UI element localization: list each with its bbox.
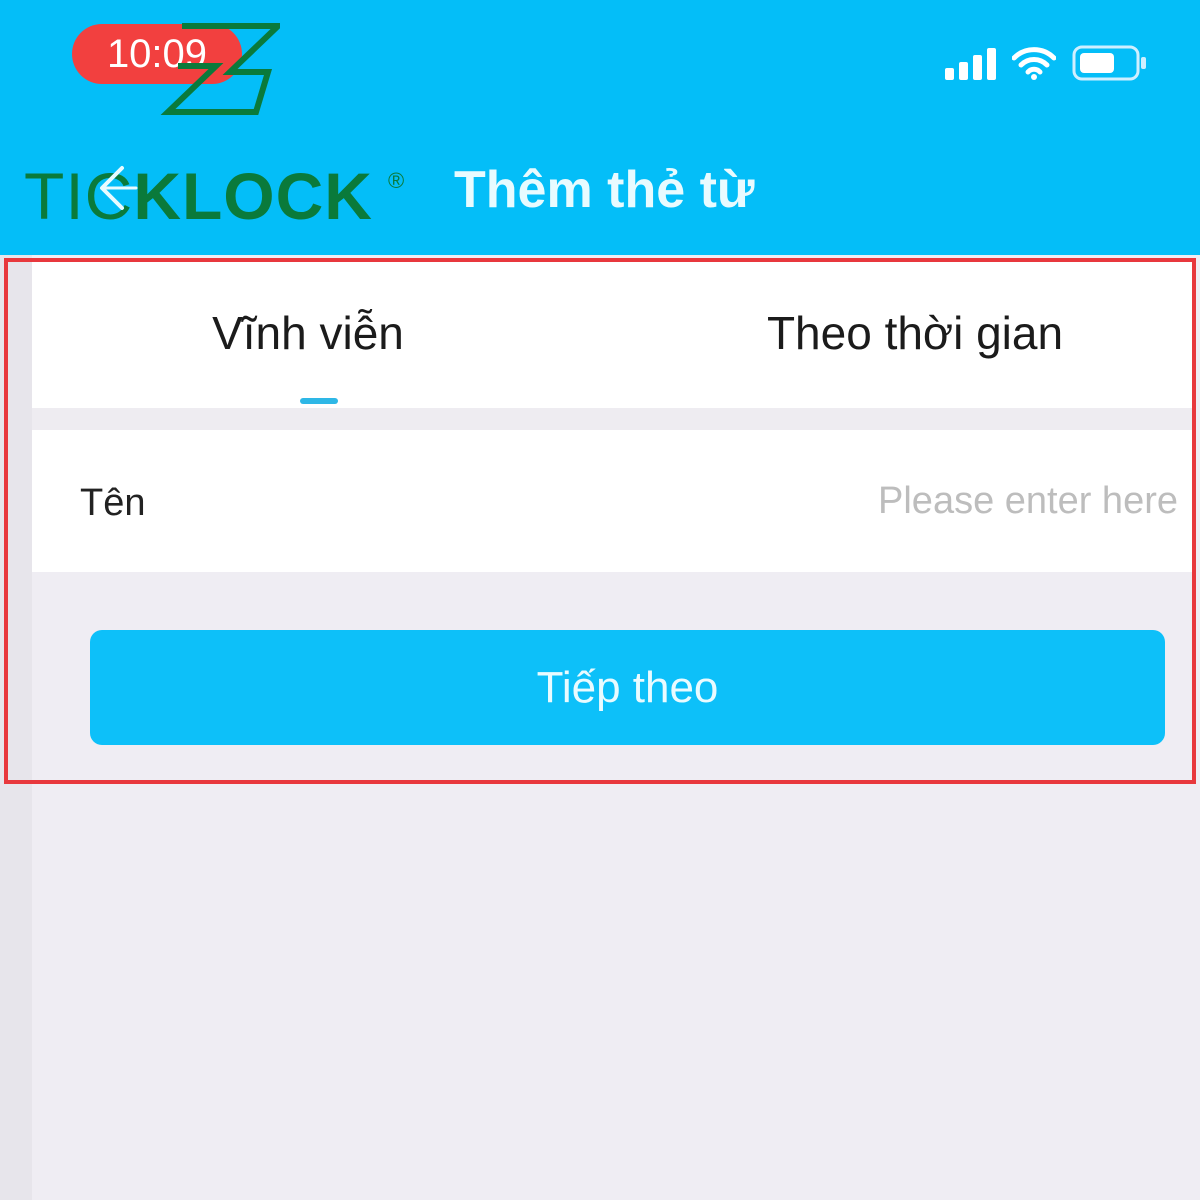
registered-mark: ® (388, 168, 405, 193)
brand-logo: TICKLOCK ® (20, 8, 440, 238)
logo-wordmark: TICKLOCK (24, 159, 373, 233)
battery-icon (1072, 45, 1148, 81)
app-header: 10:09 TICKLOCK ® Thêm thẻ từ (0, 0, 1200, 255)
tab-label: Theo thời gian (766, 307, 1064, 359)
tab-bar: Vĩnh viễn Theo thời gian (32, 262, 1196, 408)
tab-timed[interactable]: Theo thời gian (614, 262, 1196, 408)
app-screen: 10:09 TICKLOCK ® Thêm thẻ từ Vĩnh viễn T… (0, 0, 1200, 1200)
section-divider (32, 408, 1196, 430)
name-input[interactable] (578, 468, 1178, 534)
logo-mark-icon (160, 23, 280, 115)
page-title: Thêm thẻ từ (454, 161, 755, 219)
status-icons (945, 40, 1148, 86)
back-arrow-icon[interactable] (92, 162, 138, 219)
wifi-icon (1012, 46, 1056, 80)
name-row: Tên (32, 430, 1196, 572)
active-tab-indicator (300, 398, 338, 404)
tab-permanent[interactable]: Vĩnh viễn (32, 262, 614, 408)
tab-label: Vĩnh viễn (212, 307, 404, 359)
name-label: Tên (80, 482, 146, 524)
left-edge (0, 255, 32, 1200)
next-button[interactable]: Tiếp theo (90, 630, 1165, 745)
signal-icon (945, 46, 996, 80)
